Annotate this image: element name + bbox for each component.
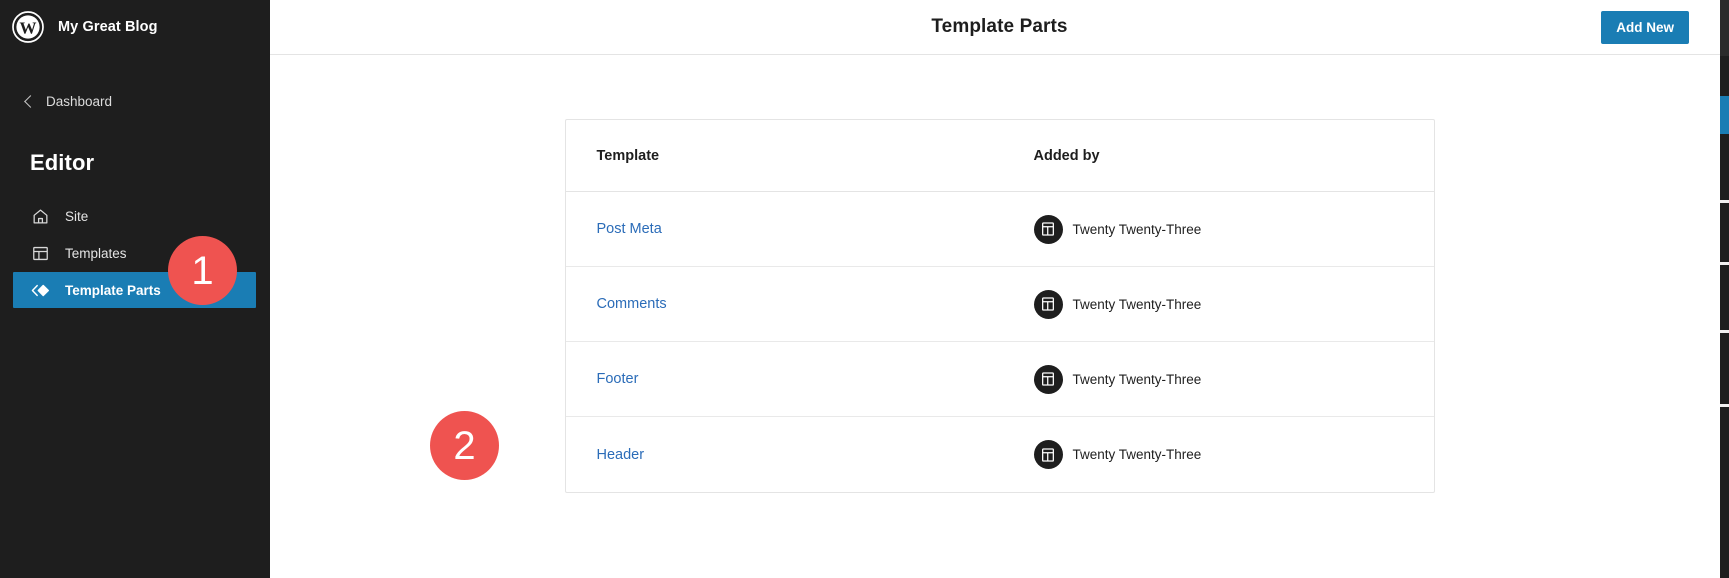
theme-icon: [1033, 364, 1063, 394]
theme-icon: [1033, 289, 1063, 319]
theme-name: Twenty Twenty-Three: [1072, 371, 1202, 387]
table-row[interactable]: Post Meta Twenty Twenty-Three: [565, 192, 1434, 267]
added-by-cell: Twenty Twenty-Three: [1033, 440, 1434, 469]
back-to-dashboard-label: Dashboard: [46, 93, 113, 109]
template-link[interactable]: Comments: [597, 296, 667, 312]
home-icon: [30, 206, 51, 227]
added-by-cell: Twenty Twenty-Three: [1033, 364, 1434, 394]
right-edge-strip: [1720, 0, 1729, 578]
layout-icon: [30, 243, 51, 264]
wordpress-logo-icon: W: [12, 11, 44, 43]
table-header-row: Template Added by: [565, 120, 1434, 192]
template-link[interactable]: Post Meta: [597, 221, 662, 237]
column-header-added-by: Added by: [1033, 147, 1100, 164]
table-row[interactable]: Footer Twenty Twenty-Three: [565, 342, 1434, 417]
theme-icon: [1033, 214, 1063, 244]
template-parts-icon: [30, 280, 51, 301]
template-cell: Header: [566, 446, 1034, 464]
topbar-title: Template Parts: [931, 16, 1068, 37]
back-to-dashboard-link[interactable]: Dashboard: [0, 84, 270, 118]
app-root: W My Great Blog Dashboard Editor Site Te…: [0, 0, 1729, 578]
template-parts-table: Template Added by Post Meta Twenty Twent…: [564, 119, 1435, 493]
chevron-left-icon: [24, 94, 37, 108]
sidebar-item-label: Templates: [65, 245, 127, 261]
theme-name: Twenty Twenty-Three: [1072, 447, 1202, 462]
added-by-cell: Twenty Twenty-Three: [1033, 214, 1434, 244]
svg-text:W: W: [20, 18, 37, 37]
template-cell: Comments: [566, 295, 1034, 313]
theme-name: Twenty Twenty-Three: [1072, 296, 1202, 312]
table-row[interactable]: Header Twenty Twenty-Three: [566, 417, 1434, 492]
main-content: Template Parts Add New Template Added by…: [270, 0, 1729, 578]
sidebar-item-label: Template Parts: [65, 282, 161, 298]
sidebar-item-site[interactable]: Site: [0, 198, 270, 234]
callout-badge-2: 2: [430, 411, 499, 480]
template-cell: Footer: [566, 370, 1034, 388]
column-header-template: Template: [596, 147, 660, 164]
content-area: Template Added by Post Meta Twenty Twent…: [270, 55, 1729, 578]
add-new-button[interactable]: Add New: [1601, 11, 1689, 44]
template-link[interactable]: Header: [597, 447, 645, 463]
theme-icon: [1033, 440, 1063, 469]
site-brand[interactable]: W My Great Blog: [0, 0, 270, 54]
table-row[interactable]: Comments Twenty Twenty-Three: [565, 267, 1434, 342]
template-cell: Post Meta: [566, 220, 1034, 238]
page-title: Editor: [30, 150, 95, 175]
sidebar-item-label: Site: [65, 208, 89, 224]
callout-badge-1: 1: [168, 236, 237, 305]
site-title: My Great Blog: [58, 19, 158, 35]
topbar: Template Parts Add New: [270, 0, 1729, 55]
theme-name: Twenty Twenty-Three: [1072, 221, 1202, 237]
template-link[interactable]: Footer: [597, 371, 639, 387]
added-by-cell: Twenty Twenty-Three: [1033, 289, 1434, 319]
